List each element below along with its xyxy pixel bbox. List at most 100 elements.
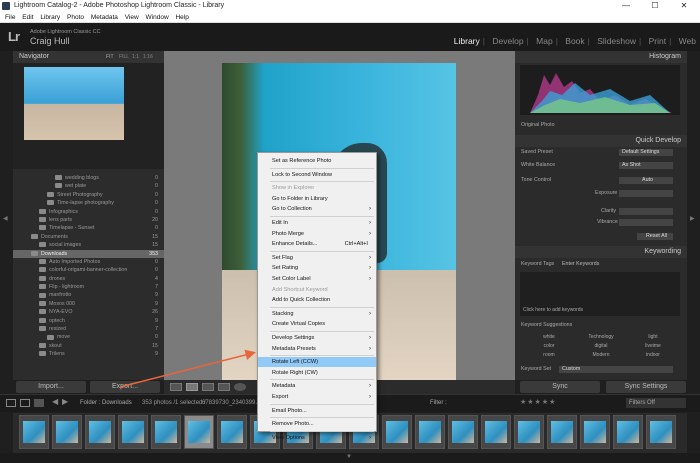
folder-row[interactable]: Timelapse - Sunset 0 xyxy=(13,224,164,232)
zoom-fill[interactable]: FILL xyxy=(119,51,129,63)
zoom-fit[interactable]: FIT xyxy=(106,51,114,63)
menu-edit[interactable]: Edit xyxy=(22,12,33,23)
menu-view[interactable]: View xyxy=(125,12,139,23)
filmstrip-thumbnail[interactable] xyxy=(52,415,82,449)
menu-item-set-flag[interactable]: Set Flag › xyxy=(258,253,376,263)
keyword-suggestion[interactable]: room xyxy=(523,352,575,358)
module-map[interactable]: Map xyxy=(536,36,553,46)
folder-row[interactable]: Documents 15 xyxy=(13,233,164,241)
filmstrip-thumbnail[interactable] xyxy=(217,415,247,449)
menu-item-set-as-reference-photo[interactable]: Set as Reference Photo xyxy=(258,156,376,166)
folder-row[interactable]: wedding blogs 0 xyxy=(13,174,164,182)
reset-all-button[interactable]: Reset All xyxy=(637,233,673,240)
close-button[interactable]: ✕ xyxy=(670,0,698,12)
folder-row[interactable]: Infographics 0 xyxy=(13,208,164,216)
survey-view-icon[interactable] xyxy=(218,383,230,391)
keyword-suggestion[interactable]: Modern xyxy=(575,352,627,358)
menu-item-metadata[interactable]: Metadata › xyxy=(258,381,376,391)
folder-row[interactable]: resized 7 xyxy=(13,325,164,333)
keyword-suggestion[interactable]: indoor xyxy=(627,352,679,358)
menu-item-go-to-folder-in-library[interactable]: Go to Folder in Library xyxy=(258,194,376,204)
keywording-header[interactable]: Keywording xyxy=(515,246,687,258)
export-button[interactable]: Export... xyxy=(90,381,160,393)
menu-item-metadata-presets[interactable]: Metadata Presets › xyxy=(258,344,376,354)
menu-item-remove-photo[interactable]: Remove Photo... xyxy=(258,419,376,429)
folder-row[interactable]: manfrotto 9 xyxy=(13,291,164,299)
filmstrip-thumbnail[interactable] xyxy=(184,415,214,449)
grid-small-icon[interactable] xyxy=(34,399,44,407)
import-button[interactable]: Import... xyxy=(16,381,86,393)
menu-item-rotate-left-ccw[interactable]: Rotate Left (CCW) xyxy=(258,357,376,368)
menu-photo[interactable]: Photo xyxy=(67,12,84,23)
menu-file[interactable]: File xyxy=(5,12,15,23)
menu-item-stacking[interactable]: Stacking › xyxy=(258,309,376,319)
navigator-preview[interactable] xyxy=(13,63,164,169)
quick-develop-header[interactable]: Quick Develop xyxy=(515,135,687,147)
folder-row[interactable]: Time-lapse photography 0 xyxy=(13,199,164,207)
sync-settings-button[interactable]: Sync Settings xyxy=(606,381,686,393)
loupe-view-icon[interactable] xyxy=(186,383,198,391)
filmstrip-thumbnail[interactable] xyxy=(514,415,544,449)
keyword-tags-select[interactable]: Enter Keywords xyxy=(559,261,673,268)
filmstrip-thumbnail[interactable] xyxy=(547,415,577,449)
saved-preset-select[interactable]: Default Settings xyxy=(619,149,673,156)
filters-off-select[interactable]: Filters Off xyxy=(626,398,686,408)
menu-library[interactable]: Library xyxy=(40,12,60,23)
keyword-suggestion[interactable]: Technology xyxy=(575,334,627,340)
folder-row[interactable]: Trilens 9 xyxy=(13,350,164,358)
navigator-thumbnail[interactable] xyxy=(24,67,124,140)
original-photo-row[interactable]: Original Photo xyxy=(515,121,687,130)
window-2-icon[interactable] xyxy=(20,399,30,407)
right-panel-toggle-icon[interactable]: ▶ xyxy=(690,215,695,222)
filmstrip-thumbnail[interactable] xyxy=(448,415,478,449)
exposure-buttons[interactable] xyxy=(619,190,673,197)
rating-filter-stars[interactable]: ★★★★★ xyxy=(520,398,556,406)
filmstrip-thumbnail[interactable] xyxy=(481,415,511,449)
menu-item-rotate-right-cw[interactable]: Rotate Right (CW) xyxy=(258,368,376,378)
filmstrip-toggle-icon[interactable]: ▼ xyxy=(346,454,352,460)
module-web[interactable]: Web xyxy=(679,36,696,46)
module-slideshow[interactable]: Slideshow xyxy=(597,36,636,46)
menu-help[interactable]: Help xyxy=(175,12,188,23)
folder-row[interactable]: Flip - lightroom 7 xyxy=(13,283,164,291)
menu-item-edit-in[interactable]: Edit In › xyxy=(258,218,376,228)
filmstrip-thumbnail[interactable] xyxy=(382,415,412,449)
menu-item-set-color-label[interactable]: Set Color Label › xyxy=(258,274,376,284)
module-book[interactable]: Book xyxy=(565,36,584,46)
compare-view-icon[interactable] xyxy=(202,383,214,391)
window-1-icon[interactable] xyxy=(6,399,16,407)
menu-item-create-virtual-copies[interactable]: Create Virtual Copies xyxy=(258,319,376,329)
minimize-button[interactable]: — xyxy=(612,0,640,12)
sync-button[interactable]: Sync xyxy=(520,381,600,393)
folder-row[interactable]: skout 15 xyxy=(13,342,164,350)
folder-row[interactable]: NYA-EVO 26 xyxy=(13,308,164,316)
menu-item-view-options[interactable]: View Options › xyxy=(258,433,376,443)
menu-item-develop-settings[interactable]: Develop Settings › xyxy=(258,333,376,343)
menu-item-enhance-details[interactable]: Enhance Details... Ctrl+Alt+I xyxy=(258,239,376,249)
left-panel-toggle-icon[interactable]: ◀ xyxy=(3,215,8,222)
tone-auto-button[interactable]: Auto xyxy=(619,177,673,184)
folder-row[interactable]: optech 9 xyxy=(13,317,164,325)
menu-item-export[interactable]: Export › xyxy=(258,392,376,402)
folder-row[interactable]: Mosos 000 9 xyxy=(13,300,164,308)
folder-row[interactable]: wet plate 0 xyxy=(13,182,164,190)
maximize-button[interactable]: ☐ xyxy=(641,0,669,12)
filmstrip-thumbnail[interactable] xyxy=(580,415,610,449)
folder-row[interactable]: drones 4 xyxy=(13,275,164,283)
filmstrip-thumbnail[interactable] xyxy=(118,415,148,449)
filmstrip-thumbnail[interactable] xyxy=(151,415,181,449)
menu-window[interactable]: Window xyxy=(146,12,169,23)
folder-row[interactable]: move 0 xyxy=(13,333,164,341)
menu-item-email-photo[interactable]: Email Photo... xyxy=(258,406,376,416)
filmstrip-thumbnail[interactable] xyxy=(85,415,115,449)
filmstrip-thumbnail[interactable] xyxy=(415,415,445,449)
people-view-icon[interactable] xyxy=(234,383,246,391)
vibrance-buttons[interactable] xyxy=(619,219,673,226)
menu-item-add-to-quick-collection[interactable]: Add to Quick Collection xyxy=(258,295,376,305)
folder-row[interactable]: Street Photography 0 xyxy=(13,191,164,199)
folder-row[interactable]: Downloads 353 xyxy=(13,249,164,258)
clarity-buttons[interactable] xyxy=(619,208,673,215)
forward-arrow-icon[interactable]: ▶ xyxy=(62,397,68,406)
navigator-header[interactable]: Navigator FIT FILL 1:1 1:16 xyxy=(13,51,164,63)
keyword-suggestion[interactable]: color xyxy=(523,343,575,349)
